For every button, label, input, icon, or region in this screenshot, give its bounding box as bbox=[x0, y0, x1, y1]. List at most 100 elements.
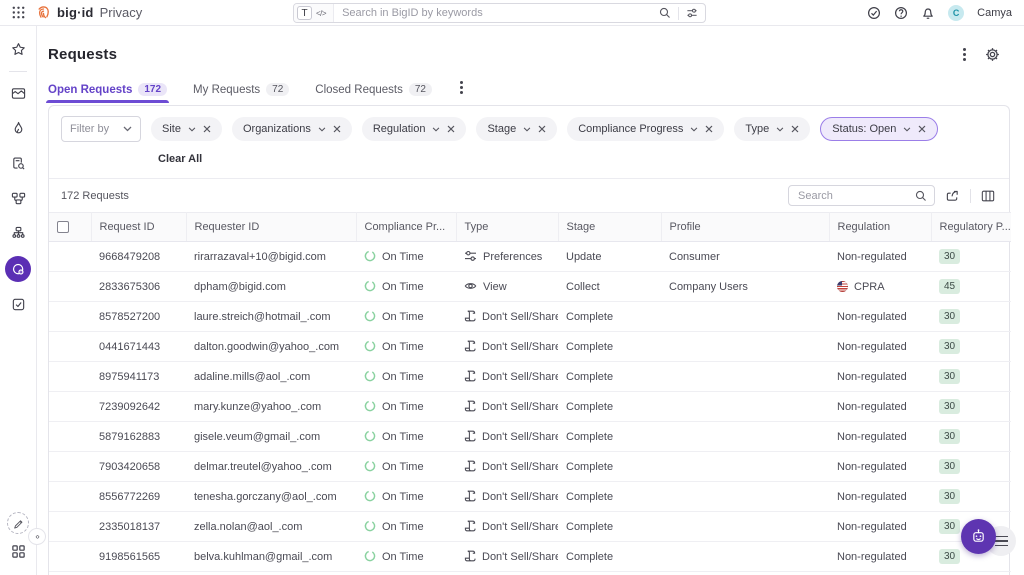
assistant-bot-button[interactable] bbox=[961, 519, 996, 554]
chevron-down-icon[interactable] bbox=[523, 127, 531, 132]
data-discovery-icon[interactable] bbox=[11, 156, 26, 171]
table-row[interactable]: 7903420658 delmar.treutel@yahoo_.com On … bbox=[49, 452, 1011, 482]
table-row[interactable]: 8578527200 laure.streich@hotmail_.com On… bbox=[49, 302, 1011, 332]
chevron-down-icon[interactable] bbox=[188, 127, 196, 132]
sidebar-collapse-toggle[interactable]: ‹› bbox=[28, 528, 46, 545]
filter-pill-organizations[interactable]: Organizations bbox=[232, 117, 352, 141]
divider bbox=[9, 71, 27, 72]
filter-pill-status-open[interactable]: Status: Open bbox=[820, 117, 938, 141]
chevron-down-icon[interactable] bbox=[690, 127, 698, 132]
data-map-icon[interactable] bbox=[11, 191, 26, 206]
notifications-bell-icon[interactable] bbox=[921, 6, 935, 20]
type-cell: View bbox=[456, 272, 558, 302]
filter-pill-regulation[interactable]: Regulation bbox=[362, 117, 467, 141]
table-row[interactable]: 5879162883 gisele.veum@gmail_.com On Tim… bbox=[49, 422, 1011, 452]
settings-gear-icon[interactable] bbox=[985, 47, 1000, 62]
table-row[interactable]: 9668479208 rirarrazaval+10@bigid.com On … bbox=[49, 242, 1011, 272]
stage-cell: Complete bbox=[558, 452, 661, 482]
app-switcher-grid-icon[interactable] bbox=[11, 544, 26, 559]
chevron-down-icon[interactable] bbox=[318, 127, 326, 132]
risk-flame-icon[interactable] bbox=[11, 121, 26, 136]
dont-sell-share-scroll-icon bbox=[464, 310, 476, 322]
page-more-actions-icon[interactable] bbox=[961, 46, 968, 63]
remove-filter-icon[interactable] bbox=[333, 125, 341, 133]
chevron-down-icon[interactable] bbox=[432, 127, 440, 132]
sidebar-item-requests-active[interactable] bbox=[5, 256, 31, 282]
table-search[interactable] bbox=[788, 185, 935, 206]
app-launcher-icon[interactable] bbox=[12, 6, 25, 19]
tab-closed-requests[interactable]: Closed Requests 72 bbox=[315, 83, 432, 103]
chevron-down-icon[interactable] bbox=[776, 127, 784, 132]
hierarchy-icon[interactable] bbox=[11, 226, 26, 241]
column-header[interactable]: Regulation bbox=[829, 213, 931, 242]
search-mode-toggle[interactable]: T </> bbox=[294, 4, 334, 22]
requester-id-cell: adaline.mills@aol_.com bbox=[186, 362, 356, 392]
remove-filter-icon[interactable] bbox=[918, 125, 926, 133]
global-search-input[interactable] bbox=[334, 7, 659, 19]
table-row[interactable]: 8556772269 tenesha.gorczany@aol_.com On … bbox=[49, 482, 1011, 512]
tabs-more-icon[interactable] bbox=[458, 79, 465, 103]
table-row[interactable]: 7239092642 mary.kunze@yahoo_.com On Time… bbox=[49, 392, 1011, 422]
global-search[interactable]: T </> bbox=[293, 3, 706, 23]
regulatory-period-badge: 30 bbox=[939, 549, 960, 564]
select-all-checkbox[interactable] bbox=[57, 221, 69, 233]
stage-cell: Complete bbox=[558, 302, 661, 332]
chevron-down-icon[interactable] bbox=[903, 127, 911, 132]
clear-all-button[interactable]: Clear All bbox=[158, 153, 202, 165]
bigid-logo[interactable]: big·id Privacy bbox=[35, 4, 142, 21]
manage-columns-icon[interactable] bbox=[981, 189, 995, 203]
filter-pill-type[interactable]: Type bbox=[734, 117, 810, 141]
stage-cell: Complete bbox=[558, 422, 661, 452]
remove-filter-icon[interactable] bbox=[538, 125, 546, 133]
remove-filter-icon[interactable] bbox=[705, 125, 713, 133]
dont-sell-share-scroll-icon bbox=[464, 520, 476, 532]
table-row[interactable]: 8975941173 adaline.mills@aol_.com On Tim… bbox=[49, 362, 1011, 392]
dashboard-icon[interactable] bbox=[11, 86, 26, 101]
column-header[interactable]: Requester ID bbox=[186, 213, 356, 242]
search-icon[interactable] bbox=[659, 7, 671, 19]
table-row[interactable]: 2833675306 dpham@bigid.com On Time View … bbox=[49, 272, 1011, 302]
profile-cell bbox=[661, 422, 829, 452]
user-avatar[interactable]: C bbox=[948, 5, 964, 21]
tasks-icon[interactable] bbox=[11, 297, 26, 312]
tab-open-requests[interactable]: Open Requests 172 bbox=[48, 83, 167, 103]
table-row[interactable]: 0441671443 dalton.goodwin@yahoo_.com On … bbox=[49, 332, 1011, 362]
table-row[interactable]: 9198561565 belva.kuhlman@gmail_.com On T… bbox=[49, 542, 1011, 572]
filter-pill-stage[interactable]: Stage bbox=[476, 117, 557, 141]
regulation-cell: Non-regulated bbox=[829, 302, 931, 332]
tasks-check-icon[interactable] bbox=[867, 6, 881, 20]
tab-my-requests[interactable]: My Requests 72 bbox=[193, 83, 289, 103]
remove-filter-icon[interactable] bbox=[203, 125, 211, 133]
regulatory-period-cell: 30 bbox=[931, 392, 1011, 422]
table-row[interactable]: 2335018137 zella.nolan@aol_.com On Time … bbox=[49, 512, 1011, 542]
remove-filter-icon[interactable] bbox=[447, 125, 455, 133]
query-search-mode-button[interactable]: </> bbox=[312, 9, 330, 18]
advanced-search-icon[interactable] bbox=[686, 7, 698, 19]
filter-pill-site[interactable]: Site bbox=[151, 117, 222, 141]
column-header[interactable]: Compliance Pr... bbox=[356, 213, 456, 242]
column-header[interactable]: Request ID bbox=[91, 213, 186, 242]
remove-filter-icon[interactable] bbox=[791, 125, 799, 133]
text-search-mode-button[interactable]: T bbox=[297, 6, 312, 20]
user-name[interactable]: Camya bbox=[977, 7, 1012, 19]
dont-sell-share-scroll-icon bbox=[464, 370, 476, 382]
stage-cell: Complete bbox=[558, 482, 661, 512]
help-icon[interactable] bbox=[894, 6, 908, 20]
export-icon[interactable] bbox=[945, 189, 960, 203]
favorites-star-icon[interactable] bbox=[11, 42, 26, 57]
robot-icon bbox=[970, 528, 987, 545]
regulatory-period-badge: 30 bbox=[939, 459, 960, 474]
column-header[interactable]: Stage bbox=[558, 213, 661, 242]
compliance-cell: On Time bbox=[356, 362, 456, 392]
regulatory-period-badge: 30 bbox=[939, 429, 960, 444]
regulation-cell: Non-regulated bbox=[829, 362, 931, 392]
column-header[interactable]: Profile bbox=[661, 213, 829, 242]
compliance-cell: On Time bbox=[356, 542, 456, 572]
column-header[interactable]: Regulatory P... bbox=[931, 213, 1011, 242]
regulatory-period-cell: 30 bbox=[931, 242, 1011, 272]
filter-by-dropdown[interactable]: Filter by bbox=[61, 116, 141, 142]
table-search-input[interactable] bbox=[796, 189, 915, 203]
edit-pencil-icon[interactable] bbox=[7, 512, 29, 534]
filter-pill-compliance-progress[interactable]: Compliance Progress bbox=[567, 117, 724, 141]
column-header[interactable]: Type bbox=[456, 213, 558, 242]
